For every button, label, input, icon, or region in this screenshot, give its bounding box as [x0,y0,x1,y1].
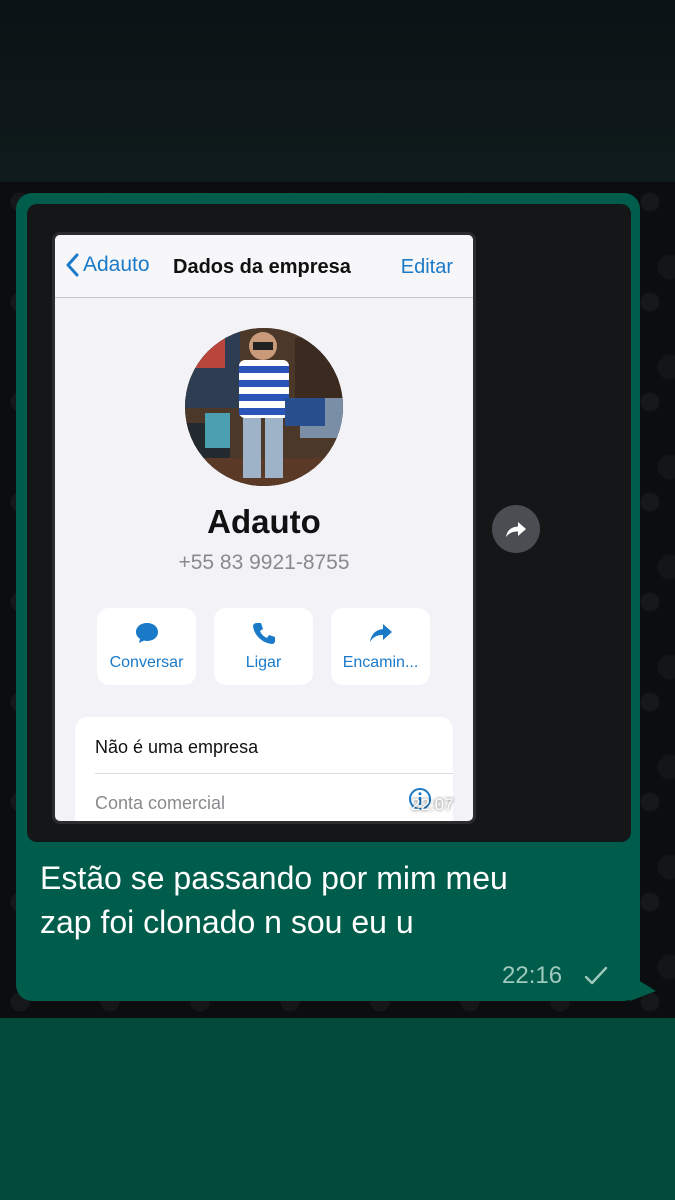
business-status-text: Não é uma empresa [95,737,259,757]
message-text-line-2: zap foi clonado n sou eu u [40,904,414,940]
message-text-line-1: Estão se passando por mim meu [40,860,508,896]
message-action-button: Conversar [97,608,196,685]
contact-info-screenshot: Adauto Dados da empresa Editar Adauto +5… [52,232,476,824]
chat-bubble-icon [135,623,158,643]
call-action-button: Ligar [214,608,313,685]
back-label: Adauto [83,253,150,276]
forward-action-button: Encamin... [331,608,430,685]
phone-icon [252,623,275,644]
call-action-label: Ligar [245,654,282,671]
contact-name: Adauto [207,503,321,540]
account-info-card: Não é uma empresa Conta comercial [75,717,453,821]
chevron-left-icon [66,253,79,277]
top-band [0,0,675,182]
bottom-band [0,1018,675,1200]
share-arrow-icon [506,522,526,537]
forward-arrow-icon [369,624,392,642]
check-icon [584,966,608,985]
media-timestamp: 22:07 [411,795,454,814]
forward-action-label: Encamin... [342,654,419,671]
contact-phone: +55 83 9921-8755 [178,551,350,574]
nav-title: Dados da empresa [173,256,351,278]
message-time: 22:16 [502,962,563,989]
divider [95,773,453,774]
edit-button: Editar [400,256,453,278]
avatar [185,328,343,486]
message-text: Estão se passando por mim meu zap foi cl… [40,856,630,944]
avatar-photo [185,328,343,486]
back-button: Adauto [65,253,150,277]
forward-button[interactable] [492,505,540,553]
nav-bar: Adauto Dados da empresa Editar [55,235,473,298]
message-action-label: Conversar [109,654,184,671]
bubble-tail [630,975,656,1001]
account-type-text: Conta comercial [95,793,226,813]
